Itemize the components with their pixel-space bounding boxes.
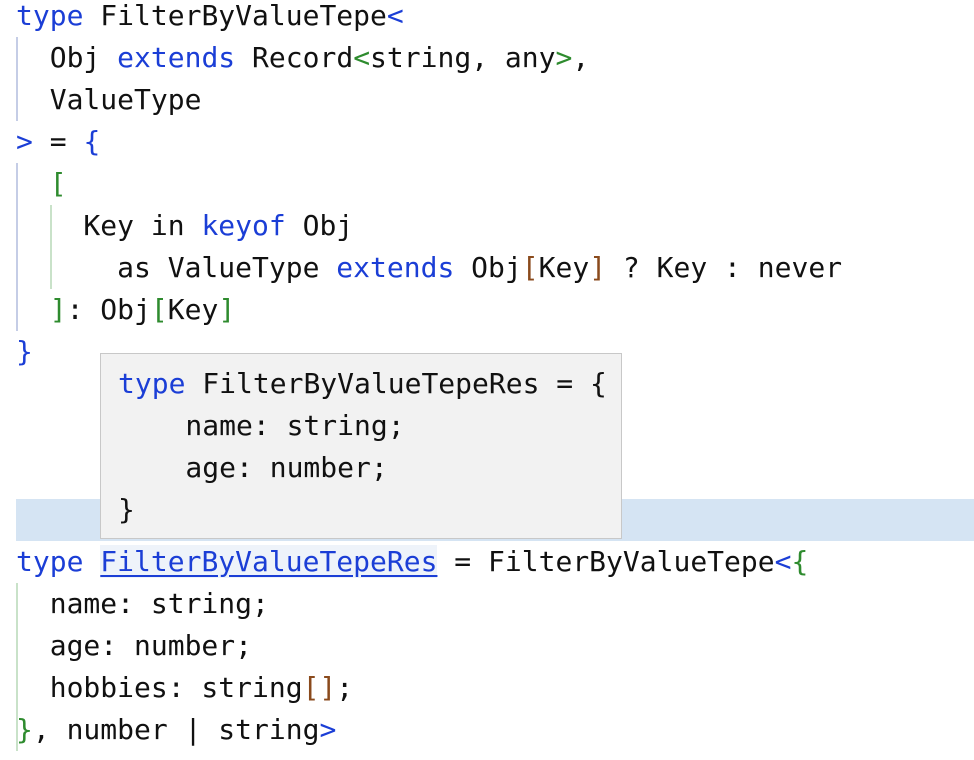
code-token: Key: [538, 251, 590, 284]
code-token: ;: [336, 671, 354, 704]
code-token: ,: [572, 41, 590, 74]
code-line[interactable]: as ValueType extends Obj[Key] ? Key : ne…: [0, 247, 974, 289]
code-line: type FilterByValueTepeRes = {: [101, 363, 621, 405]
code-line[interactable]: }, number | string>: [0, 709, 974, 751]
code-token: }: [16, 335, 33, 368]
code-token: FilterByValueTepe: [83, 0, 387, 32]
code-line[interactable]: age: number;: [0, 625, 974, 667]
code-token: FilterByValueTepeRes = {: [185, 367, 607, 400]
code-line: }: [101, 489, 621, 531]
code-token: {: [791, 545, 809, 578]
code-line[interactable]: Key in keyof Obj: [0, 205, 974, 247]
type-reference-link[interactable]: FilterByValueTepeRes: [100, 545, 438, 578]
code-token: : Obj: [66, 293, 151, 326]
code-line: name: string;: [101, 405, 621, 447]
code-token: <: [386, 0, 404, 32]
code-token: Obj: [285, 209, 354, 242]
code-line[interactable]: [: [0, 163, 974, 205]
code-token: name: string;: [16, 587, 269, 620]
code-token: Key in: [16, 209, 202, 242]
code-token: = FilterByValueTepe: [437, 545, 775, 578]
code-line[interactable]: ValueType: [0, 79, 974, 121]
code-token: hobbies: string: [16, 671, 303, 704]
code-line[interactable]: type FilterByValueTepe<: [0, 0, 974, 37]
code-line[interactable]: ]: Obj[Key]: [0, 289, 974, 331]
code-line[interactable]: name: string;: [0, 583, 974, 625]
code-token: }: [16, 713, 33, 746]
code-token: {: [83, 125, 101, 158]
code-token: >: [16, 125, 33, 158]
code-token: keyof: [201, 209, 286, 242]
code-line: age: number;: [101, 447, 621, 489]
code-token: [: [150, 293, 168, 326]
code-token: [: [49, 167, 67, 200]
code-token: >: [555, 41, 573, 74]
code-token: type: [16, 0, 84, 32]
code-token: ]: [589, 251, 607, 284]
code-token: Obj: [16, 41, 118, 74]
code-token: =: [32, 125, 84, 158]
code-token: age: number;: [118, 451, 388, 484]
code-token: >: [319, 713, 337, 746]
code-token: age: number;: [16, 629, 253, 662]
code-token: <: [353, 41, 371, 74]
code-token: ? Key : never: [606, 251, 843, 284]
code-token: ValueType: [16, 83, 202, 116]
code-token: [: [521, 251, 539, 284]
code-line[interactable]: Obj extends Record<string, any>,: [0, 37, 974, 79]
code-token: type: [118, 367, 186, 400]
type-info-tooltip: type FilterByValueTepeRes = { name: stri…: [100, 353, 622, 539]
code-token: Obj: [454, 251, 522, 284]
code-line[interactable]: type FilterByValueTepeRes = FilterByValu…: [0, 541, 974, 583]
code-token: Key: [167, 293, 219, 326]
code-token: name: string;: [118, 409, 405, 442]
code-token: extends: [117, 41, 236, 74]
code-token: string, any: [370, 41, 556, 74]
code-line[interactable]: > = {: [0, 121, 974, 163]
code-token: Record: [235, 41, 354, 74]
code-token: , number | string: [32, 713, 320, 746]
code-token: ]: [49, 293, 67, 326]
code-token: <: [774, 545, 792, 578]
code-token: as ValueType: [16, 251, 337, 284]
code-token: []: [302, 671, 337, 704]
code-line[interactable]: hobbies: string[];: [0, 667, 974, 709]
code-token: }: [118, 493, 135, 526]
code-token: type: [16, 545, 84, 578]
code-token: extends: [336, 251, 455, 284]
code-token: ]: [218, 293, 236, 326]
